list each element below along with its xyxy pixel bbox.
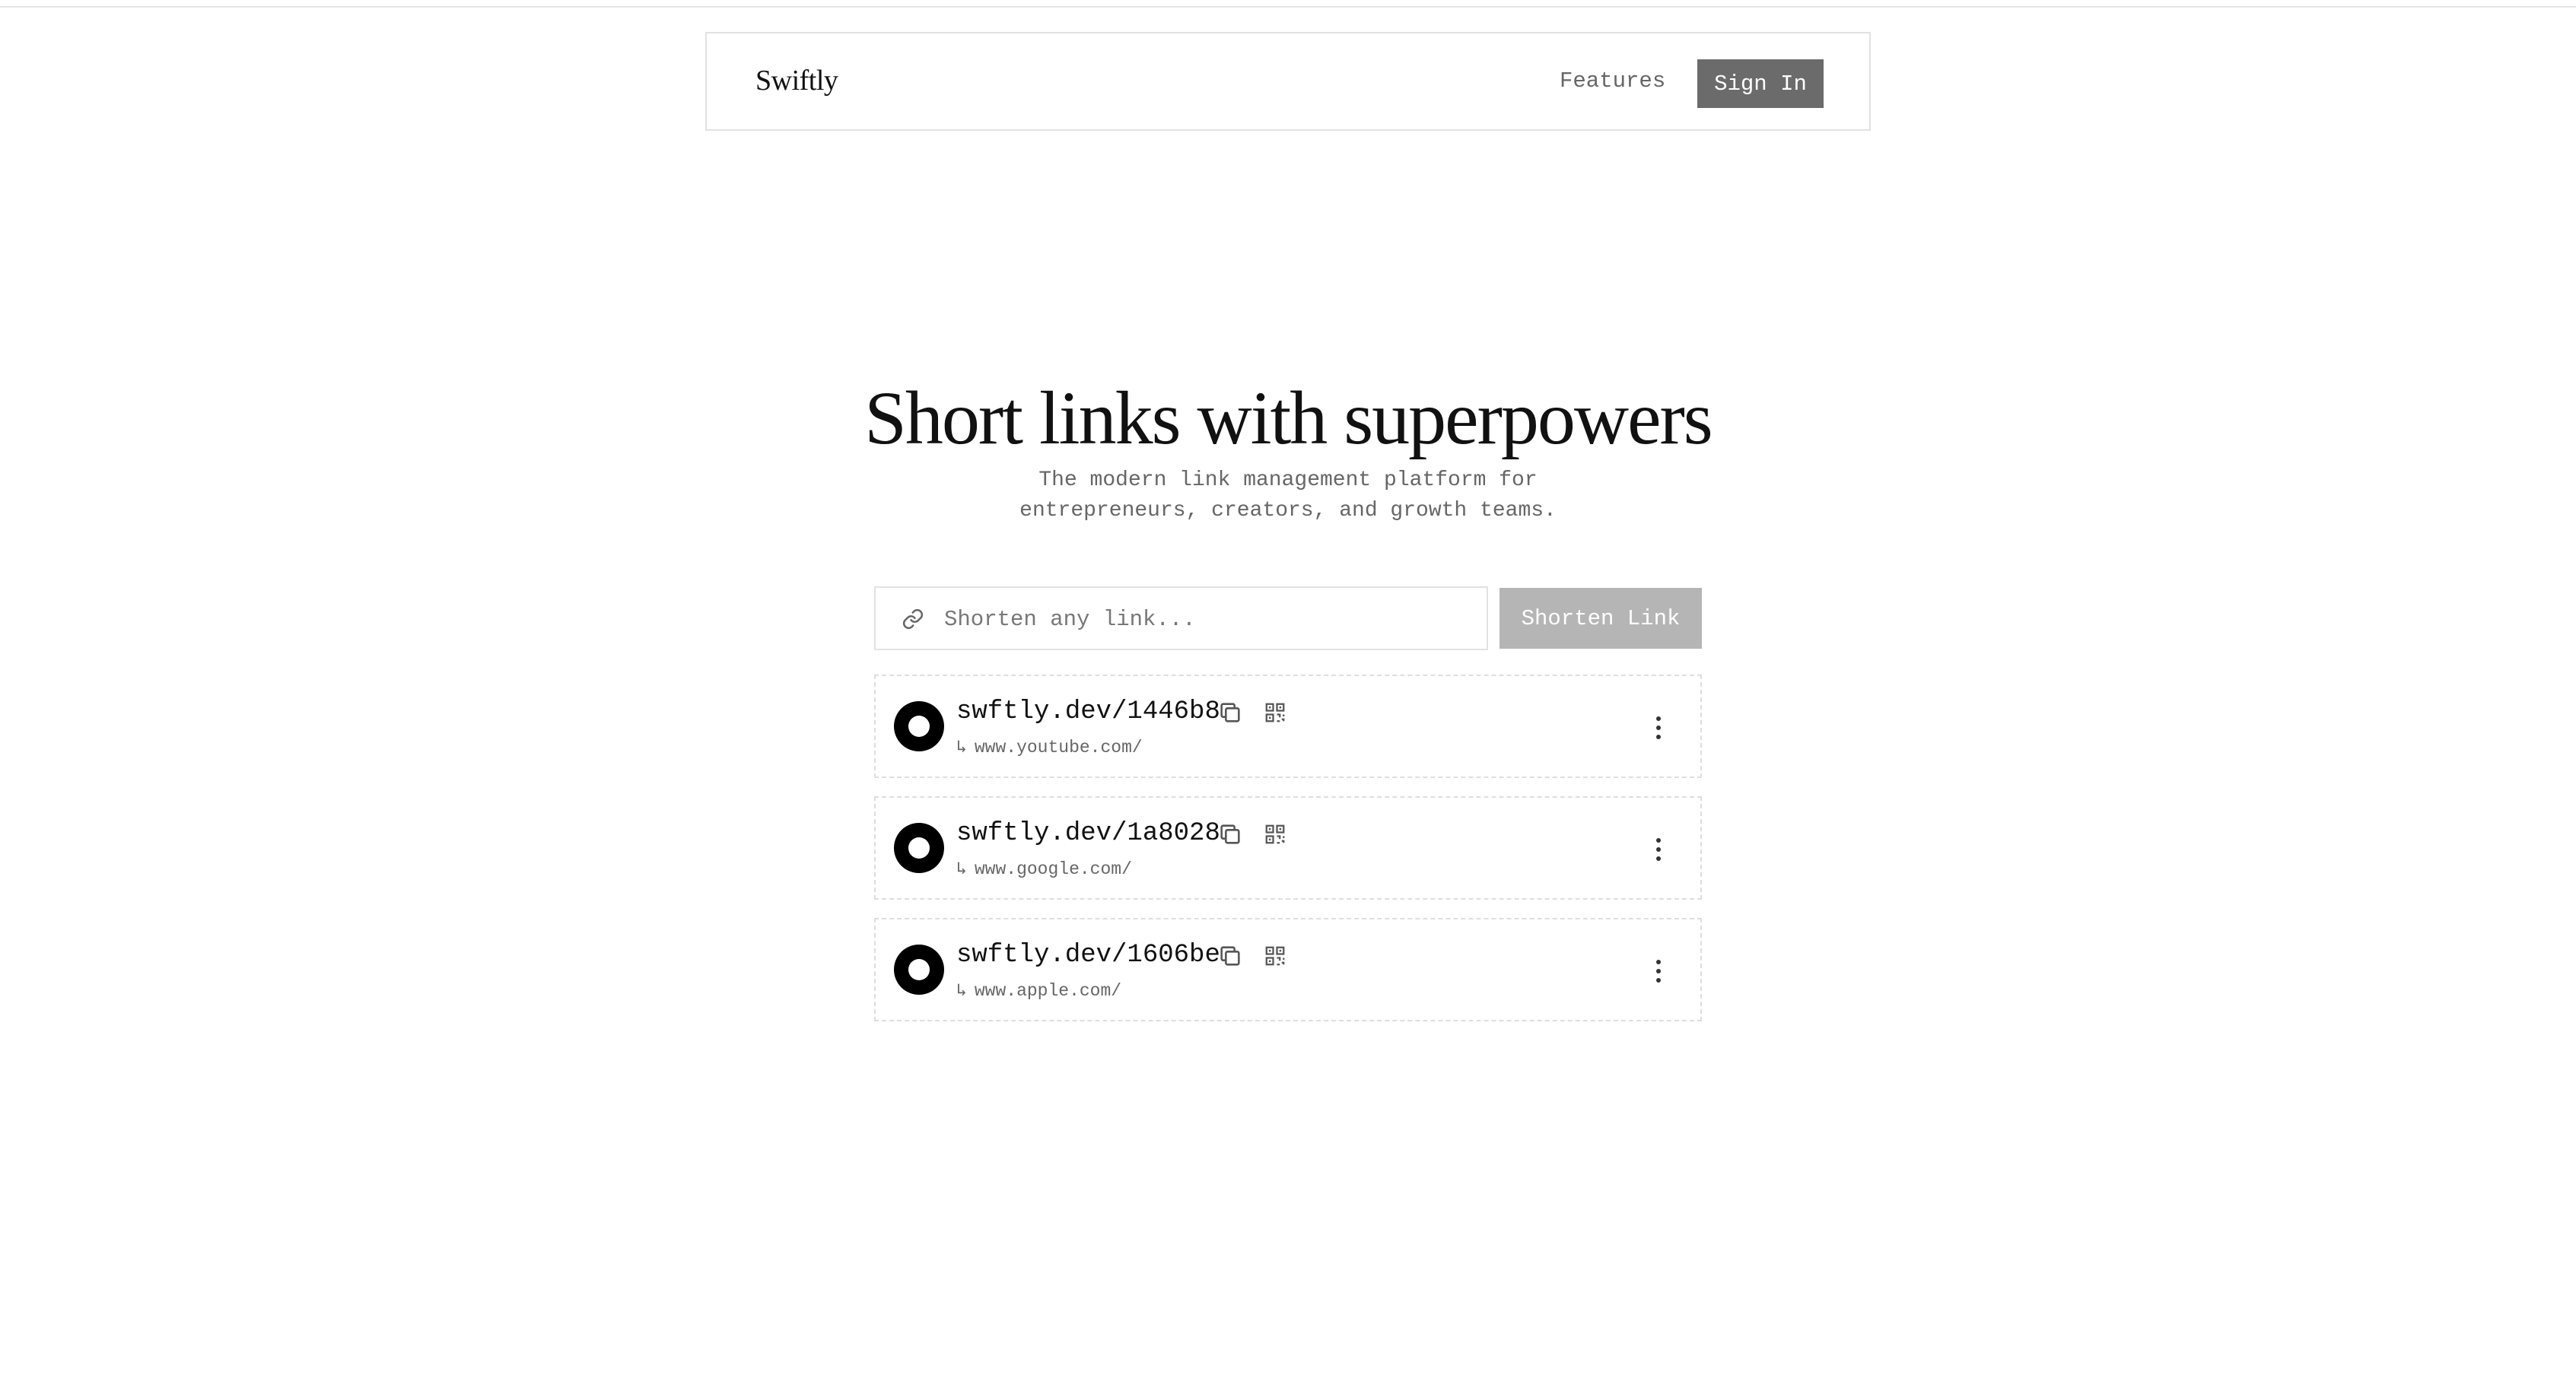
link-card[interactable]: swftly.dev/1606be ↳ www.apple.com/	[874, 918, 1702, 1021]
destination-url: ↳ www.google.com/	[956, 859, 1132, 879]
shorten-url-input[interactable]	[943, 588, 1478, 650]
link-icon	[902, 608, 924, 630]
hero-subtitle-line-2: entrepreneurs, creators, and growth team…	[1019, 499, 1557, 522]
navbar: Swiftly Features Sign In	[705, 32, 1871, 131]
more-vertical-icon[interactable]	[1653, 957, 1664, 985]
copy-icon[interactable]	[1217, 943, 1243, 969]
destination-url-text: www.apple.com/	[974, 981, 1122, 1001]
destination-url-text: www.google.com/	[974, 859, 1132, 879]
more-vertical-icon[interactable]	[1653, 714, 1664, 741]
destination-url: ↳ www.youtube.com/	[956, 737, 1143, 757]
hero-title: Short links with superpowers	[864, 376, 1713, 460]
brand-logo[interactable]: Swiftly	[755, 64, 838, 97]
short-link[interactable]: swftly.dev/1446b8	[956, 697, 1220, 726]
qr-code-icon[interactable]	[1264, 945, 1286, 967]
qr-code-icon[interactable]	[1264, 701, 1286, 724]
sign-in-button[interactable]: Sign In	[1697, 59, 1824, 108]
copy-icon[interactable]	[1217, 821, 1243, 847]
destination-url: ↳ www.apple.com/	[956, 980, 1121, 1001]
site-logo-icon	[894, 945, 944, 995]
redirect-arrow-icon: ↳	[956, 859, 967, 879]
link-card[interactable]: swftly.dev/1446b8 ↳ www.youtube.com/	[874, 675, 1702, 778]
shorten-link-button[interactable]: Shorten Link	[1499, 588, 1702, 649]
redirect-arrow-icon: ↳	[956, 738, 967, 757]
hero-subtitle: The modern link management platform for …	[0, 465, 2576, 526]
nav-link-features[interactable]: Features	[1560, 68, 1665, 94]
qr-code-icon[interactable]	[1264, 823, 1286, 846]
site-logo-icon	[894, 701, 944, 751]
short-link[interactable]: swftly.dev/1a8028	[956, 819, 1220, 848]
shorten-form-field[interactable]	[874, 586, 1488, 650]
hero-subtitle-line-1: The modern link management platform for	[1038, 468, 1538, 492]
short-link[interactable]: swftly.dev/1606be	[956, 941, 1220, 970]
link-card[interactable]: swftly.dev/1a8028 ↳ www.google.com/	[874, 796, 1702, 900]
site-logo-icon	[894, 823, 944, 873]
redirect-arrow-icon: ↳	[956, 981, 967, 1001]
copy-icon[interactable]	[1217, 700, 1243, 726]
top-divider	[0, 0, 2576, 8]
more-vertical-icon[interactable]	[1653, 836, 1664, 863]
destination-url-text: www.youtube.com/	[974, 738, 1143, 757]
